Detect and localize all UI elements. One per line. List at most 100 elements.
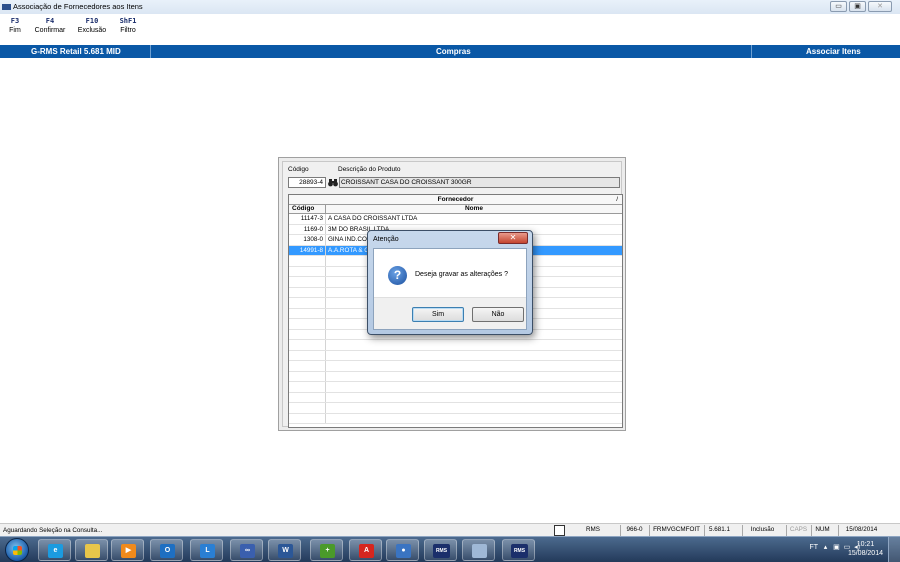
cell-codigo xyxy=(289,382,326,392)
status-bar: Aguardando Seleção na Consulta... RMS 96… xyxy=(0,523,900,536)
dialog-title: Atenção xyxy=(373,236,399,243)
clock-time: 10:21 xyxy=(856,541,875,548)
cell-codigo xyxy=(289,361,326,371)
tray-clock[interactable]: 10:21 15/08/2014 xyxy=(848,540,883,558)
fkey-label: F10 xyxy=(85,17,99,25)
table-row-empty[interactable] xyxy=(289,371,622,382)
cell-codigo: 14991-8 xyxy=(289,245,326,255)
taskbar-button-rms-2[interactable]: RMS xyxy=(502,539,535,561)
header-app-version: G-RMS Retail 5.681 MID xyxy=(31,47,121,56)
column-header-codigo[interactable]: Código xyxy=(289,205,326,213)
cell-codigo: 1169-0 xyxy=(289,224,326,234)
cell-codigo xyxy=(289,392,326,402)
fkey-confirmar-button[interactable]: F4 Confirmar xyxy=(30,17,70,43)
cell-codigo xyxy=(289,413,326,423)
product-code-field[interactable]: 28893-4 xyxy=(288,177,326,188)
ie-icon: e xyxy=(48,544,63,558)
taskbar-button-acrobat[interactable]: A xyxy=(349,539,382,561)
window-controls: ▭ ▣ ✕ xyxy=(830,1,892,12)
table-row-empty[interactable] xyxy=(289,382,622,393)
status-message: Aguardando Seleção na Consulta... xyxy=(3,527,103,534)
header-module: Compras xyxy=(436,47,471,56)
table-row-empty[interactable] xyxy=(289,340,622,351)
status-mode: Inclusão xyxy=(742,525,782,536)
cell-nome: A CASA DO CROISSANT LTDA xyxy=(328,215,418,222)
network-icon[interactable]: ▣ xyxy=(833,544,840,551)
dialog-body: ? Deseja gravar as alterações ? Sim Não xyxy=(373,248,527,330)
cell-codigo xyxy=(289,256,326,266)
cell-codigo xyxy=(289,287,326,297)
dialog-footer: Sim Não xyxy=(374,297,526,329)
cell-codigo xyxy=(289,403,326,413)
taskbar-button-app-blue-circle[interactable]: ● xyxy=(386,539,419,561)
table-row-empty[interactable] xyxy=(289,392,622,403)
show-desktop-button[interactable] xyxy=(888,537,900,562)
cell-nome xyxy=(326,361,622,371)
taskbar-button-app-green[interactable]: + xyxy=(310,539,343,561)
taskbar-button-media-player[interactable]: ▶ xyxy=(111,539,144,561)
app-blue-circle-icon: ● xyxy=(396,544,411,558)
table-row[interactable]: 11147-3 A CASA DO CROISSANT LTDA xyxy=(289,214,622,225)
cell-codigo: 1308-0 xyxy=(289,235,326,245)
status-system: RMS xyxy=(586,526,600,533)
cell-nome xyxy=(326,372,622,382)
taskbar-button-app-infinity[interactable]: ∞ xyxy=(230,539,263,561)
no-button[interactable]: Não xyxy=(472,307,524,322)
cell-nome xyxy=(326,382,622,392)
fkey-exclusao-button[interactable]: F10 Exclusão xyxy=(70,17,114,43)
start-button[interactable] xyxy=(5,538,29,562)
taskbar-button-lync[interactable]: L xyxy=(190,539,223,561)
fkey-label: F4 xyxy=(45,17,55,25)
status-caps: CAPS xyxy=(786,525,810,536)
language-indicator[interactable]: FT xyxy=(809,544,817,551)
title-bar: Associação de Fornecedores aos Itens ▭ ▣… xyxy=(0,0,900,14)
taskbar-button-outlook[interactable]: O xyxy=(150,539,183,561)
clipboard-icon[interactable] xyxy=(554,525,565,536)
cell-codigo xyxy=(289,266,326,276)
rms-2-icon: RMS xyxy=(511,544,528,558)
taskbar-button-word[interactable]: W xyxy=(268,539,301,561)
fkey-caption: Exclusão xyxy=(77,27,107,34)
fkey-filtro-button[interactable]: ShF1 Filtro xyxy=(114,17,142,43)
taskbar-button-ie[interactable]: e xyxy=(38,539,71,561)
confirm-dialog: Atenção ✕ ? Deseja gravar as alterações … xyxy=(367,230,533,335)
taskbar: e ▶ O L ∞ W + A ● RMS RMS FT ▴ ▣ ▭ ◂) 10:21 15/08/… xyxy=(0,536,900,562)
header-band: G-RMS Retail 5.681 MID Compras Associar … xyxy=(0,45,900,58)
maximize-button[interactable]: ▣ xyxy=(849,1,866,12)
acrobat-icon: A xyxy=(359,544,374,558)
table-row-empty[interactable] xyxy=(289,361,622,372)
status-date: 15/08/2014 xyxy=(838,525,884,536)
header-divider xyxy=(150,45,151,58)
media-player-icon: ▶ xyxy=(121,544,136,558)
tray-expand-icon[interactable]: ▴ xyxy=(820,544,831,551)
status-code: 966-0 xyxy=(620,525,648,536)
fkey-fim-button[interactable]: F3 Fim xyxy=(0,17,30,43)
dialog-close-button[interactable]: ✕ xyxy=(498,232,528,244)
binoculars-search-icon[interactable] xyxy=(328,178,338,187)
cell-nome xyxy=(326,403,622,413)
cell-nome xyxy=(326,393,622,403)
taskbar-button-explorer[interactable] xyxy=(75,539,108,561)
clock-date: 15/08/2014 xyxy=(847,550,883,557)
cell-codigo xyxy=(289,308,326,318)
cell-codigo xyxy=(289,371,326,381)
lync-icon: L xyxy=(200,544,215,558)
minimize-button[interactable]: ▭ xyxy=(830,1,847,12)
table-row-empty[interactable] xyxy=(289,350,622,361)
header-function: Associar Itens xyxy=(806,47,861,56)
app-document-icon xyxy=(472,544,487,558)
yes-button[interactable]: Sim xyxy=(412,307,464,322)
taskbar-button-app-document[interactable] xyxy=(462,539,495,561)
window-title: Associação de Fornecedores aos Itens xyxy=(13,2,143,11)
fkey-label: F3 xyxy=(10,17,20,25)
dialog-message: Deseja gravar as alterações ? xyxy=(415,271,508,278)
header-divider xyxy=(751,45,752,58)
taskbar-button-rms[interactable]: RMS xyxy=(424,539,457,561)
column-header-nome[interactable]: Nome xyxy=(326,205,622,213)
table-row-empty[interactable] xyxy=(289,403,622,414)
cell-codigo xyxy=(289,277,326,287)
close-button[interactable]: ✕ xyxy=(868,1,892,12)
cell-codigo xyxy=(289,298,326,308)
outlook-icon: O xyxy=(160,544,175,558)
table-row-empty[interactable] xyxy=(289,413,622,424)
